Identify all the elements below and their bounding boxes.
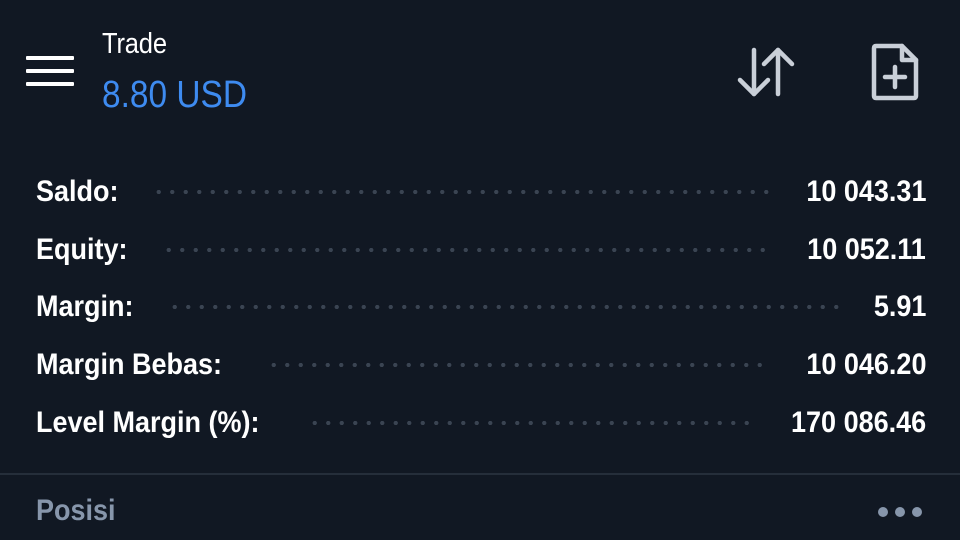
dot — [912, 507, 922, 517]
menu-line — [26, 69, 74, 73]
menu-line — [26, 82, 74, 86]
more-dots-icon[interactable] — [878, 502, 922, 522]
row-value: 10 052.11 — [807, 233, 926, 266]
row-label: Saldo: — [36, 175, 119, 208]
row-label: Margin: — [36, 290, 134, 323]
section-divider — [0, 473, 960, 475]
row-value: 5.91 — [873, 290, 926, 323]
row-value: 10 043.31 — [805, 175, 926, 208]
account-balance: 8.80 USD — [102, 74, 247, 116]
summary-row-margin: Margin: 5.91 — [36, 287, 926, 327]
sort-button[interactable] — [734, 44, 798, 100]
summary-row-free-margin: Margin Bebas: 10 046.20 — [36, 345, 926, 385]
sort-arrows-icon — [737, 47, 795, 97]
dotted-leader — [308, 421, 752, 425]
menu-line — [26, 56, 74, 60]
dotted-leader — [161, 248, 771, 252]
row-label: Level Margin (%): — [36, 406, 260, 439]
new-order-button[interactable] — [866, 40, 926, 104]
dotted-leader — [168, 305, 844, 309]
top-bar: Trade 8.80 USD — [0, 0, 960, 140]
dot — [878, 507, 888, 517]
dotted-leader — [266, 363, 769, 367]
summary-row-equity: Equity: 10 052.11 — [36, 230, 926, 270]
dotted-leader — [151, 190, 769, 194]
new-document-plus-icon — [871, 43, 919, 101]
positions-section-title[interactable]: Posisi — [36, 494, 116, 528]
row-value: 170 086.46 — [790, 406, 926, 439]
dot — [895, 507, 905, 517]
row-label: Margin Bebas: — [36, 348, 223, 381]
summary-row-saldo: Saldo: 10 043.31 — [36, 172, 926, 212]
summary-row-margin-level: Level Margin (%): 170 086.46 — [36, 403, 926, 443]
hamburger-menu-icon[interactable] — [26, 54, 74, 90]
row-value: 10 046.20 — [805, 348, 926, 381]
row-label: Equity: — [36, 233, 128, 266]
page-title: Trade — [102, 28, 167, 60]
